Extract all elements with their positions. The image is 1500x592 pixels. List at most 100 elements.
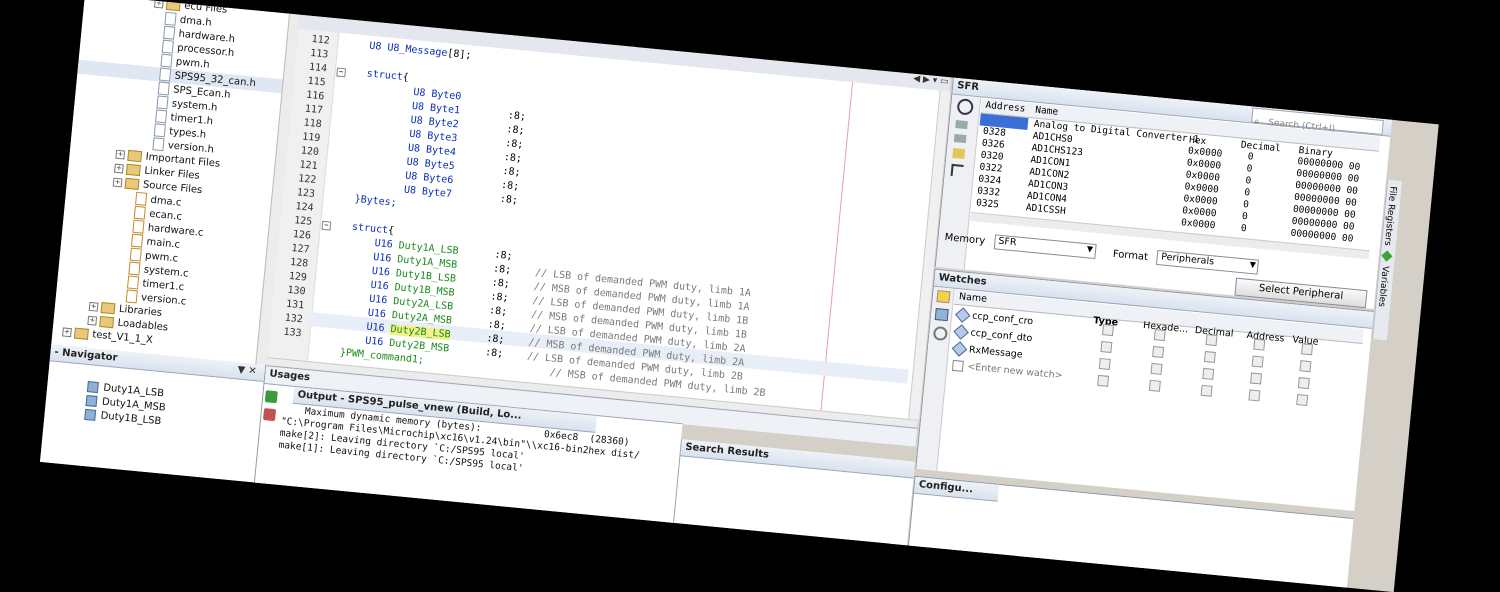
sfr-cell-dec: 0 (1246, 163, 1253, 175)
magnifier-icon[interactable] (956, 98, 974, 116)
sfr-column-header[interactable]: Address (985, 100, 1026, 115)
c-file-icon (131, 233, 144, 248)
c-file-icon (133, 205, 146, 220)
watch-variable-icon (955, 307, 971, 323)
c-file-icon (126, 275, 140, 290)
header-file-icon (152, 137, 165, 152)
code-token: [8]; (446, 48, 472, 62)
watch-refresh-icon[interactable] (934, 307, 949, 322)
code-line[interactable] (343, 51, 344, 65)
code-token: U16 (367, 307, 393, 321)
ellipsis-button[interactable] (1101, 324, 1114, 337)
arrow-right-icon[interactable] (955, 120, 968, 130)
ellipsis-button[interactable] (1148, 379, 1161, 392)
c-file-icon (128, 261, 141, 276)
watch-name: RxMessage (968, 344, 1024, 361)
config-tab[interactable]: Configu... (913, 476, 1000, 502)
expand-toggle-icon[interactable]: + (88, 301, 99, 312)
format-select[interactable]: Peripherals ▼ (1156, 250, 1260, 275)
ellipsis-button[interactable] (1100, 341, 1113, 354)
watch-variable-icon (951, 341, 968, 357)
cursor-icon[interactable] (950, 163, 964, 177)
ellipsis-button[interactable] (1253, 338, 1266, 351)
search-results-panel: Search Results (673, 439, 915, 546)
ide-window: + ecu Files dma.h hardware.h processor.h pwm.… (39, 0, 1439, 592)
ellipsis-button[interactable] (1203, 350, 1216, 363)
sfr-cell-addr: 0325 (975, 197, 1000, 211)
sfr-cell-dec: 0 (1241, 210, 1249, 223)
field-icon (85, 394, 98, 407)
ellipsis-button[interactable] (1097, 374, 1110, 387)
code-token: { (387, 225, 395, 237)
c-file-icon (132, 219, 145, 234)
expand-toggle-icon[interactable]: + (87, 315, 98, 326)
arrow-left-icon[interactable] (953, 133, 967, 144)
folder-icon (125, 163, 141, 176)
chevron-down-icon: ▼ (1086, 244, 1094, 254)
ellipsis-button[interactable] (1150, 362, 1163, 375)
ellipsis-button[interactable] (1200, 384, 1213, 397)
navigator-list: Duty1A_LSB Duty1A_MSB Duty1B_LSB (84, 380, 168, 429)
c-file-icon (125, 289, 138, 304)
code-token: U8 Byte7 (403, 184, 453, 201)
variables-tab[interactable]: Variables (1376, 265, 1390, 307)
enter-watch-icon (951, 359, 964, 372)
output-run-icon[interactable] (264, 390, 278, 404)
sfr-cell-hex: 0x0000 (1180, 217, 1216, 232)
expand-toggle-icon[interactable]: + (62, 326, 72, 337)
ellipsis-button[interactable] (1299, 360, 1312, 373)
editor-nav-arrows-icon[interactable]: ◀ ▶ ▾ ▭ (913, 74, 949, 87)
output-stop-icon[interactable] (262, 408, 277, 422)
folder-icon (127, 149, 143, 162)
code-token: U16 (368, 293, 394, 307)
ellipsis-button[interactable] (1202, 367, 1215, 380)
navigator-panel: - Navigator ▼ ✕ Duty1A_LSB Duty1A_MSB Duty… (39, 344, 267, 483)
folder-icon (124, 177, 140, 190)
sfr-cell-name: AD1CSSH (1025, 202, 1067, 217)
ellipsis-button[interactable] (1251, 355, 1264, 368)
header-file-icon (156, 95, 169, 110)
filter-icon[interactable] (952, 147, 966, 160)
fold-marker-icon[interactable]: − (336, 67, 347, 78)
expand-toggle-icon[interactable]: + (112, 177, 123, 187)
header-file-icon (159, 67, 172, 82)
header-file-icon (164, 11, 177, 26)
ellipsis-button[interactable] (1152, 346, 1165, 359)
code-token: struct (351, 221, 389, 237)
expand-toggle-icon[interactable]: + (114, 163, 124, 173)
expand-toggle-icon[interactable]: + (115, 149, 126, 160)
watch-settings-icon[interactable] (932, 325, 949, 342)
memory-label: Memory (944, 232, 986, 247)
ellipsis-button[interactable] (1098, 357, 1111, 370)
header-file-icon (160, 53, 173, 68)
tree-item-label: dma.h (179, 14, 213, 29)
navigator-filter-icon[interactable]: ▼ ✕ (237, 364, 257, 377)
fold-marker-icon[interactable]: − (321, 220, 332, 231)
watch-column-header[interactable]: Name (958, 291, 987, 305)
code-line[interactable] (329, 204, 330, 218)
ellipsis-button[interactable] (1301, 343, 1314, 356)
ellipsis-button[interactable] (1248, 389, 1261, 402)
memory-select-value: SFR (997, 235, 1017, 249)
sfr-column-header[interactable]: Name (1035, 105, 1059, 118)
ellipsis-button[interactable] (1250, 372, 1263, 385)
code-token: { (402, 71, 410, 84)
search-results-title[interactable]: Search Results (680, 439, 915, 479)
new-watch-icon[interactable] (936, 290, 951, 304)
memory-select[interactable]: SFR ▼ (993, 234, 1097, 260)
c-file-icon (129, 247, 142, 262)
code-token: U16 (366, 321, 392, 335)
expand-toggle-icon[interactable]: + (154, 0, 164, 9)
header-file-icon (161, 39, 174, 54)
ellipsis-button[interactable] (1296, 394, 1309, 407)
code-token: U16 (371, 265, 397, 280)
code-editor[interactable]: 112 U8 U8_Message[8]; 113 114 struct{115 U… (267, 28, 950, 420)
folder-icon (165, 0, 181, 11)
ellipsis-button[interactable] (1205, 334, 1218, 347)
ellipsis-button[interactable] (1153, 329, 1166, 342)
c-file-icon (135, 191, 148, 206)
ellipsis-button[interactable] (1297, 377, 1310, 390)
header-file-icon (163, 25, 176, 40)
